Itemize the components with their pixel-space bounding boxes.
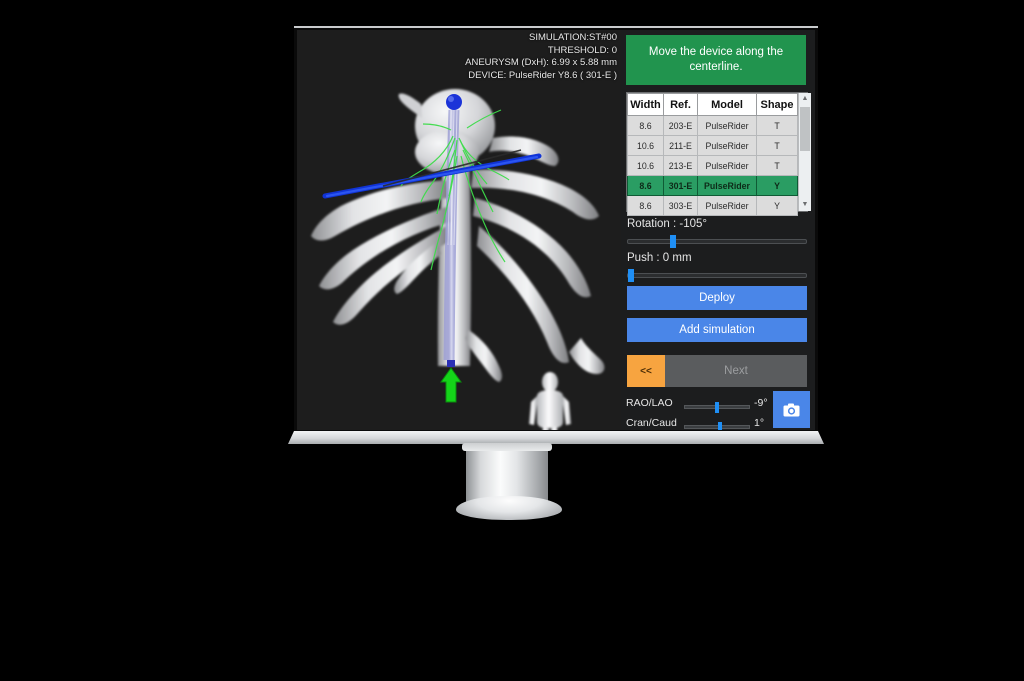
overlay-simulation: SIMULATION:ST#00 [529,32,617,43]
scroll-up-icon[interactable]: ▲ [799,93,811,105]
cell-ref: 301-E [663,175,698,196]
cran-caud-label: Cran/Caud [626,417,677,429]
cell-model: PulseRider [697,175,757,196]
cell-width: 8.6 [627,175,664,196]
cell-width: 10.6 [627,155,664,176]
rotation-slider-thumb[interactable] [670,235,676,248]
instruction-message: Move the device along the centerline. [626,35,806,85]
table-row[interactable]: 8.6 203-E PulseRider T [627,115,798,136]
cran-caud-value: 1° [754,417,765,429]
table-header-row: Width Ref. Model Shape [627,93,798,116]
monitor-stand-base [456,496,562,520]
overlay-aneurysm: ANEURYSM (DxH): 6.99 x 5.88 mm [465,57,617,69]
vessel-3d-render [297,30,621,430]
table-row[interactable]: 10.6 213-E PulseRider T [627,155,798,176]
device-table-container: Width Ref. Model Shape 8.6 203-E PulseRi… [626,92,811,216]
table-row[interactable]: 10.6 211-E PulseRider T [627,135,798,156]
table-scrollbar[interactable]: ▲ ▼ [798,93,811,211]
cell-ref: 211-E [663,135,698,156]
control-panel: Move the device along the centerline. Wi… [621,30,815,430]
push-slider-thumb[interactable] [628,269,634,282]
cell-shape: T [756,115,798,136]
angle-controls: RAO/LAO -9° Cran/Caud 1° [626,302,810,430]
device-table: Width Ref. Model Shape 8.6 203-E PulseRi… [627,93,798,216]
3d-viewport[interactable]: SIMULATION:ST#00 THRESHOLD: 0 ANEURYSM (… [297,30,621,430]
monitor-chin [288,431,824,444]
camera-icon [783,403,800,416]
cell-shape: Y [756,175,798,196]
cell-shape: T [756,135,798,156]
table-row[interactable]: 8.6 303-E PulseRider Y [627,195,798,216]
col-header-ref[interactable]: Ref. [663,93,698,116]
cell-model: PulseRider [697,155,757,176]
scrollbar-thumb[interactable] [800,107,810,151]
monitor-stand-neck [462,443,552,503]
cell-ref: 303-E [663,195,698,216]
cell-width: 8.6 [627,195,664,216]
cell-width: 8.6 [627,115,664,136]
col-header-width[interactable]: Width [627,93,664,116]
rotation-slider[interactable] [627,235,807,248]
rao-lao-slider-thumb[interactable] [715,402,719,413]
overlay-threshold: THRESHOLD: 0 [547,44,617,56]
viewport-overlay-text: SIMULATION:ST#00 THRESHOLD: 0 ANEURYSM (… [465,32,617,82]
cell-model: PulseRider [697,195,757,216]
col-header-shape[interactable]: Shape [756,93,798,116]
cell-model: PulseRider [697,115,757,136]
cell-model: PulseRider [697,135,757,156]
table-row-selected[interactable]: 8.6 301-E PulseRider Y [627,175,798,196]
rotation-label: Rotation : -105° [627,218,708,230]
screenshot-root: SIMULATION:ST#00 THRESHOLD: 0 ANEURYSM (… [0,0,1024,681]
scroll-down-icon[interactable]: ▼ [799,199,811,211]
cell-shape: T [756,155,798,176]
cell-shape: Y [756,195,798,216]
rao-lao-label: RAO/LAO [626,397,673,409]
push-label: Push : 0 mm [627,252,692,264]
rao-lao-value: -9° [754,397,768,409]
cell-ref: 203-E [663,115,698,136]
monitor-screen: SIMULATION:ST#00 THRESHOLD: 0 ANEURYSM (… [297,30,815,430]
col-header-model[interactable]: Model [697,93,757,116]
cran-caud-slider[interactable] [684,422,750,430]
cell-width: 10.6 [627,135,664,156]
rao-lao-slider[interactable] [684,402,750,413]
push-slider[interactable] [627,269,807,282]
camera-capture-button[interactable] [773,391,810,428]
cran-caud-slider-thumb[interactable] [718,422,722,430]
overlay-device: DEVICE: PulseRider Y8.6 ( 301-E ) [468,69,617,81]
monitor: SIMULATION:ST#00 THRESHOLD: 0 ANEURYSM (… [294,26,818,432]
cell-ref: 213-E [663,155,698,176]
